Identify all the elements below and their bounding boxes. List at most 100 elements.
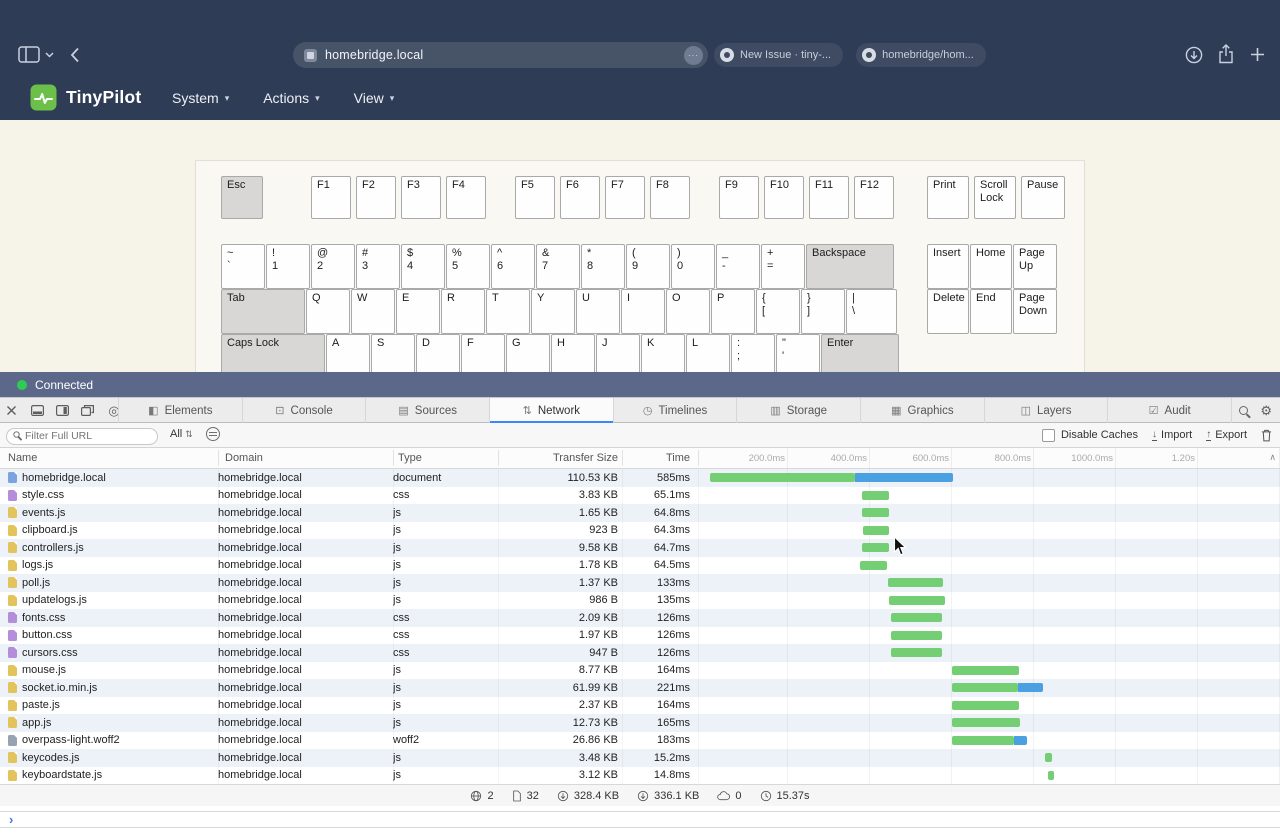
back-button[interactable] [70,47,80,63]
key-page-up[interactable]: Page Up [1013,244,1057,289]
table-row[interactable]: keyboardstate.js homebridge.local js 3.12 K… [0,766,1280,784]
table-row[interactable]: mouse.js homebridge.local js 8.77 KB 164ms [0,661,1280,679]
key-f3[interactable]: F3 [401,176,441,219]
column-transfer-size[interactable]: Transfer Size [500,452,618,464]
key-d[interactable]: D [416,334,460,372]
key-insert[interactable]: Insert [927,244,969,289]
key-bracket-left[interactable]: {[ [756,289,800,334]
key-3[interactable]: #3 [356,244,400,289]
key-semicolon[interactable]: :; [731,334,775,372]
table-row[interactable]: poll.js homebridge.local js 1.37 KB 133ms [0,574,1280,592]
table-row[interactable]: logs.js homebridge.local js 1.78 KB 64.5ms [0,556,1280,574]
key-f8[interactable]: F8 [650,176,690,219]
menu-system[interactable]: System ▾ [172,90,229,106]
key-u[interactable]: U [576,289,620,334]
table-row[interactable]: homebridge.local homebridge.local document… [0,469,1280,487]
console-prompt-strip[interactable]: › [0,811,1280,828]
key-q[interactable]: Q [306,289,350,334]
search-icon[interactable] [1239,406,1249,415]
key-r[interactable]: R [441,289,485,334]
key-y[interactable]: Y [531,289,575,334]
tab-elements[interactable]: ◧ Elements [118,398,242,423]
page-menu-button[interactable]: ··· [684,45,703,65]
export-button[interactable]: ↑ Export [1206,429,1247,441]
background-tab[interactable]: New Issue · tiny-... [714,43,844,67]
tab-storage[interactable]: ▥ Storage [736,398,860,423]
clear-network-button[interactable] [1261,429,1272,442]
scrollbar-up-icon[interactable]: ∧ [1269,452,1276,463]
key-tab[interactable]: Tab [221,289,305,334]
new-tab-button[interactable] [1250,47,1265,62]
background-tab[interactable]: homebridge/hom... [856,43,986,67]
key-f6[interactable]: F6 [560,176,600,219]
tab-network[interactable]: ⇅ Network [489,398,613,423]
key-1[interactable]: ! 1 [266,244,310,289]
menu-actions[interactable]: Actions ▾ [263,90,319,106]
key-f5[interactable]: F5 [515,176,555,219]
resource-type-dropdown[interactable]: All ⇅ [170,428,193,440]
table-row[interactable]: keycodes.js homebridge.local js 3.48 KB 15.2… [0,749,1280,767]
key-bracket-right[interactable]: }] [801,289,845,334]
key-6[interactable]: ^ 6 [491,244,535,289]
key-backquote[interactable]: ~ ` [221,244,265,289]
key-f4[interactable]: F4 [446,176,486,219]
table-row[interactable]: updatelogs.js homebridge.local js 986 B 135m… [0,591,1280,609]
key-f7[interactable]: F7 [605,176,645,219]
column-domain[interactable]: Domain [225,452,263,464]
key-f10[interactable]: F10 [764,176,804,219]
key-esc[interactable]: Esc [221,176,263,219]
column-name[interactable]: Name [8,452,37,464]
share-button[interactable] [1218,44,1234,64]
tab-sources[interactable]: ▤ Sources [365,398,489,423]
key-f[interactable]: F [461,334,505,372]
filter-options-icon[interactable] [206,427,220,441]
table-row[interactable]: cursors.css homebridge.local css 947 B 126ms [0,644,1280,662]
key-scroll-lock[interactable]: Scroll Lock [974,176,1016,219]
table-row[interactable]: overpass-light.woff2 homebridge.local woff… [0,731,1280,749]
import-button[interactable]: ↓ Import [1152,429,1192,441]
table-row[interactable]: paste.js homebridge.local js 2.37 KB 164ms [0,696,1280,714]
key-t[interactable]: T [486,289,530,334]
table-row[interactable]: socket.io.min.js homebridge.local js 61.99 … [0,679,1280,697]
key-f2[interactable]: F2 [356,176,396,219]
key-o[interactable]: O [666,289,710,334]
key-delete[interactable]: Delete [927,289,969,334]
key-enter[interactable]: Enter [821,334,899,372]
key-j[interactable]: J [596,334,640,372]
key-5[interactable]: % 5 [446,244,490,289]
sidebar-toggle-icon[interactable] [18,46,40,63]
sidebar-chevron-down-icon[interactable] [45,52,54,58]
key-w[interactable]: W [351,289,395,334]
separate-window-button[interactable] [81,405,97,416]
key-f12[interactable]: F12 [854,176,894,219]
key-backspace[interactable]: Backspace [806,244,894,289]
key-2[interactable]: @2 [311,244,355,289]
key-page-down[interactable]: Page Down [1013,289,1057,334]
key-a[interactable]: A [326,334,370,372]
key-p[interactable]: P [711,289,755,334]
key-s[interactable]: S [371,334,415,372]
key-end[interactable]: End [970,289,1012,334]
gear-icon[interactable]: ⚙ [1260,403,1272,419]
tab-timelines[interactable]: ◷ Timelines [612,398,737,423]
key-0[interactable]: ) 0 [671,244,715,289]
key-f11[interactable]: F11 [809,176,849,219]
table-row[interactable]: style.css homebridge.local css 3.83 KB 65.1m… [0,486,1280,504]
address-bar[interactable]: homebridge.local ··· [293,42,708,68]
key-f1[interactable]: F1 [311,176,351,219]
table-row[interactable]: app.js homebridge.local js 12.73 KB 165ms [0,714,1280,732]
key-h[interactable]: H [551,334,595,372]
table-row[interactable]: clipboard.js homebridge.local js 923 B 64.3m… [0,521,1280,539]
downloads-button[interactable] [1185,46,1203,64]
tab-audit[interactable]: ☑ Audit [1107,398,1233,423]
key-e[interactable]: E [396,289,440,334]
key-backslash[interactable]: | \ [846,289,897,334]
key-l[interactable]: L [686,334,730,372]
column-time[interactable]: Time [624,452,698,464]
filter-input[interactable] [6,427,158,445]
disable-caches-checkbox[interactable] [1041,428,1055,442]
key-f9[interactable]: F9 [719,176,759,219]
column-type[interactable]: Type [398,452,422,464]
key-pause[interactable]: Pause [1021,176,1065,219]
dock-side-button[interactable] [56,405,72,416]
